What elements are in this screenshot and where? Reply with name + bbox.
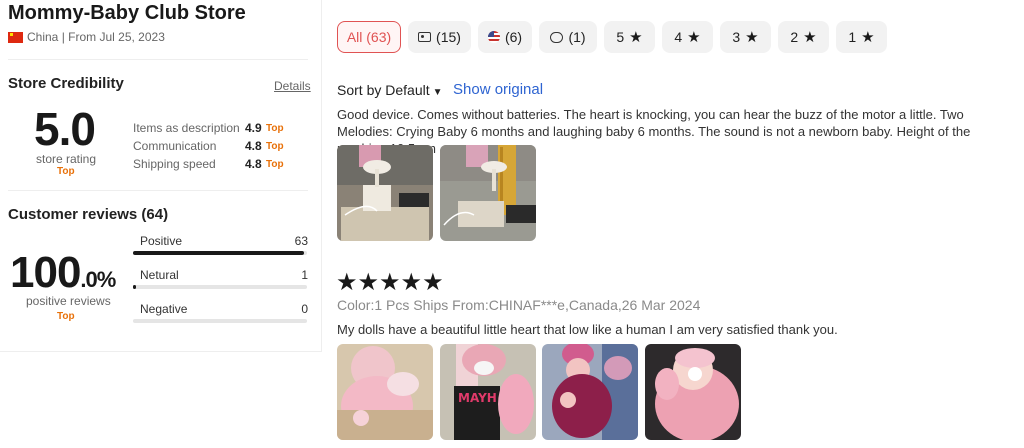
bar-fill bbox=[133, 251, 305, 255]
metric-label: Shipping speed bbox=[133, 157, 216, 171]
svg-text:MAYH: MAYH bbox=[458, 391, 497, 405]
metric-value: 4.8 bbox=[245, 157, 262, 171]
bar-count: 1 bbox=[301, 268, 308, 282]
sort-dropdown[interactable]: Sort by Default ▼ bbox=[337, 82, 443, 98]
bar-count: 63 bbox=[294, 234, 308, 248]
metric-top-badge: Top bbox=[266, 123, 284, 134]
bar-label: Netural bbox=[140, 268, 179, 282]
divider bbox=[8, 190, 308, 191]
star-icon: ★ bbox=[629, 29, 643, 46]
china-flag-icon bbox=[8, 31, 23, 43]
review-photo[interactable] bbox=[542, 344, 638, 440]
store-country: China bbox=[27, 30, 59, 44]
filter-local-count: (6) bbox=[504, 29, 523, 45]
positive-reviews-label: positive reviews bbox=[26, 294, 111, 308]
filter-comments[interactable]: (1) bbox=[539, 21, 597, 53]
filter-1-star[interactable]: 1 ★ bbox=[836, 21, 887, 53]
comment-icon bbox=[550, 31, 564, 43]
bar-count: 0 bbox=[301, 302, 308, 316]
details-link[interactable]: Details bbox=[274, 79, 311, 93]
show-original-link[interactable]: Show original bbox=[453, 81, 543, 98]
metric-value: 4.9 bbox=[245, 121, 262, 135]
metric-label: Items as description bbox=[133, 121, 240, 135]
bar-track bbox=[133, 251, 307, 255]
review-filters: All (63) (15) (6) (1) 5 ★ 4 ★ 3 ★ 2 ★ 1 ★ bbox=[337, 21, 894, 53]
review-photo[interactable] bbox=[645, 344, 741, 440]
filter-all[interactable]: All (63) bbox=[337, 21, 401, 53]
filter-star-number: 2 bbox=[790, 29, 799, 45]
store-location-line: China | From Jul 25, 2023 bbox=[8, 30, 165, 44]
filter-star-number: 5 bbox=[616, 29, 625, 45]
store-info-panel: Mommy-Baby Club Store China | From Jul 2… bbox=[0, 0, 322, 352]
metric-label: Communication bbox=[133, 139, 217, 153]
image-icon bbox=[418, 32, 432, 42]
filter-4-stars[interactable]: 4 ★ bbox=[662, 21, 713, 53]
star-icon: ★ bbox=[803, 29, 817, 46]
metric-top-badge: Top bbox=[266, 141, 284, 152]
store-credibility-title: Store Credibility bbox=[8, 75, 124, 92]
filter-2-stars[interactable]: 2 ★ bbox=[778, 21, 829, 53]
filter-comments-count: (1) bbox=[568, 29, 586, 45]
store-rating-label: store rating bbox=[36, 152, 97, 166]
positive-percent: 100.0% bbox=[10, 248, 116, 298]
customer-reviews-title: Customer reviews (64) bbox=[8, 206, 169, 223]
positive-percent-dec: .0% bbox=[80, 267, 116, 292]
positive-percent-int: 100 bbox=[10, 248, 81, 297]
filter-star-number: 4 bbox=[674, 29, 683, 45]
filter-all-label: All (63) bbox=[346, 29, 392, 45]
filter-3-stars[interactable]: 3 ★ bbox=[720, 21, 771, 53]
filter-local[interactable]: (6) bbox=[478, 21, 532, 53]
top-badge: Top bbox=[57, 166, 75, 177]
review-photo[interactable] bbox=[337, 344, 433, 440]
bar-track bbox=[133, 285, 307, 289]
filter-5-stars[interactable]: 5 ★ bbox=[604, 21, 655, 53]
review-meta: Color:1 Pcs Ships From:CHINAF***e,Canada… bbox=[337, 297, 701, 313]
metric-shipping-speed: Shipping speed 4.8 Top bbox=[133, 157, 293, 171]
divider bbox=[8, 59, 308, 60]
review-photo[interactable] bbox=[337, 145, 433, 241]
filter-photos-count: (15) bbox=[436, 29, 461, 45]
star-icon: ★ bbox=[745, 29, 759, 46]
store-name[interactable]: Mommy-Baby Club Store bbox=[8, 2, 246, 25]
bar-fill bbox=[133, 285, 136, 289]
store-since: | From Jul 25, 2023 bbox=[61, 30, 165, 44]
review-text: My dolls have a beautiful little heart t… bbox=[337, 322, 838, 337]
bar-label: Positive bbox=[140, 234, 183, 248]
us-flag-icon bbox=[487, 31, 500, 43]
metric-communication: Communication 4.8 Top bbox=[133, 139, 293, 153]
bar-track bbox=[133, 319, 307, 323]
review-photo[interactable] bbox=[440, 145, 536, 241]
filter-with-photos[interactable]: (15) bbox=[408, 21, 471, 53]
filter-star-number: 1 bbox=[848, 29, 857, 45]
sort-label: Sort by Default bbox=[337, 82, 430, 98]
bar-label: Negative bbox=[140, 302, 188, 316]
store-rating-value: 5.0 bbox=[34, 103, 96, 155]
review-photo[interactable]: MAYH bbox=[440, 344, 536, 440]
metric-value: 4.8 bbox=[245, 139, 262, 153]
metric-top-badge: Top bbox=[266, 159, 284, 170]
top-badge: Top bbox=[57, 311, 75, 322]
metric-items-as-description: Items as description 4.9 Top bbox=[133, 121, 293, 135]
star-icon: ★ bbox=[861, 29, 875, 46]
chevron-down-icon: ▼ bbox=[432, 87, 443, 98]
review-star-rating: ★★★★★ bbox=[336, 269, 444, 296]
filter-star-number: 3 bbox=[732, 29, 741, 45]
star-icon: ★ bbox=[687, 29, 701, 46]
